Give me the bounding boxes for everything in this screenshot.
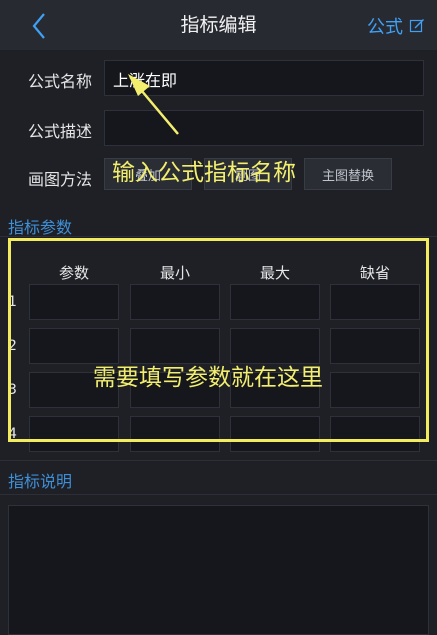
formula-button[interactable]: 公式	[367, 12, 425, 40]
params-divider	[0, 236, 437, 237]
formula-label: 公式	[367, 17, 403, 38]
edit-icon	[409, 19, 424, 33]
description-section-title: 指标说明	[8, 472, 73, 491]
params-bottom-divider	[0, 460, 437, 461]
replace-main-mode-label: 主图替换	[321, 168, 374, 184]
params-section-title: 指标参数	[8, 218, 73, 237]
name-label: 公式名称	[28, 72, 93, 91]
description-textarea[interactable]	[8, 505, 429, 635]
description-divider	[0, 494, 437, 495]
params-annotation: 需要填写参数就在这里	[93, 365, 323, 391]
name-annotation: 输入公式指标名称	[112, 160, 296, 186]
draw-label: 画图方法	[28, 170, 93, 189]
editor-body: 公式名称 上涨在即 公式描述 画图方法 叠加 副图 主图替换 指标参数 参数 最…	[0, 50, 437, 635]
desc-label: 公式描述	[28, 122, 93, 141]
arrow-up-left-icon	[128, 74, 179, 135]
replace-main-mode-button[interactable]: 主图替换	[304, 158, 392, 190]
params-highlight-frame	[8, 238, 429, 442]
top-bar: 指标编辑 公式	[0, 0, 437, 50]
